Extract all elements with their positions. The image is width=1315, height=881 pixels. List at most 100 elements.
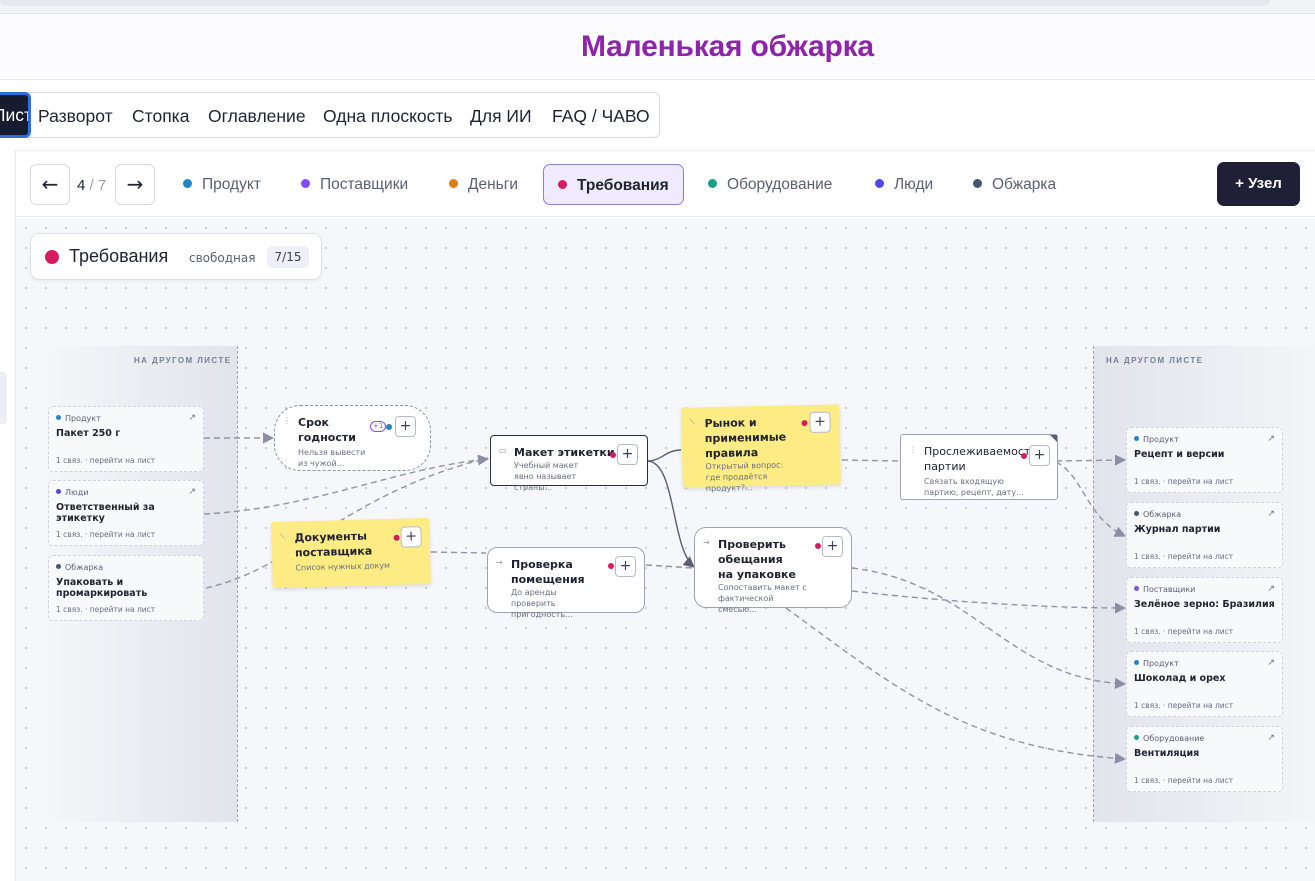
tab-contents[interactable]: Оглавление xyxy=(208,93,306,137)
external-footer[interactable]: 1 связ. · перейти на лист xyxy=(1134,701,1233,710)
add-link-button[interactable]: + xyxy=(615,556,636,577)
add-link-button[interactable]: + xyxy=(395,416,416,437)
open-link-icon[interactable]: ↗ xyxy=(1267,733,1275,743)
external-footer[interactable]: 1 связ. · перейти на лист xyxy=(56,605,155,614)
edges-layer xyxy=(203,432,1127,764)
external-footer[interactable]: 1 связ. · перейти на лист xyxy=(1134,776,1233,785)
open-link-icon[interactable]: ↗ xyxy=(1267,658,1275,668)
edge-trace-recipe xyxy=(1055,454,1127,466)
node-market-rules[interactable]: ⟍ Рынок и применимые правила Открытый во… xyxy=(681,404,841,493)
external-name: Ответственный за этикетку xyxy=(56,502,155,524)
layer-dot xyxy=(386,424,392,430)
layer-dot xyxy=(610,452,616,458)
tab-sheet[interactable]: Лист xyxy=(0,92,31,138)
layer-tab-product[interactable]: Продукт xyxy=(183,164,261,205)
layer-tab-equipment[interactable]: Оборудование xyxy=(708,164,832,205)
add-link-button[interactable]: + xyxy=(1029,445,1050,466)
node-premises-check[interactable]: → Проверка помещения До аренды проверить… xyxy=(487,547,645,619)
open-link-icon[interactable]: ↗ xyxy=(1267,509,1275,519)
external-name: Рецепт и версии xyxy=(1134,449,1225,460)
open-link-icon[interactable]: ↗ xyxy=(1267,584,1275,594)
external-category: Обжарка xyxy=(1143,510,1182,519)
rail-handle[interactable] xyxy=(0,372,7,424)
node-desc: Открытый вопрос: где продаётся продукт?.… xyxy=(705,460,784,494)
edge-promises-brazil xyxy=(851,590,1127,614)
open-link-icon[interactable]: ↗ xyxy=(188,413,196,423)
add-link-button[interactable]: + xyxy=(400,526,422,548)
node-title: Рынок и применимые правила xyxy=(704,416,787,461)
external-node[interactable]: Обжарка Журнал партии ↗ 1 связ. · перейт… xyxy=(1126,502,1283,568)
node-desc: До аренды проверить пригодность... xyxy=(511,588,573,619)
page-indicator: 4 / 7 xyxy=(77,177,106,194)
category-dot xyxy=(1134,660,1139,665)
address-bar-edge xyxy=(0,0,1270,6)
sheet-color-dot xyxy=(45,250,59,264)
node-desc: Нельзя вывести из чужой... xyxy=(298,448,366,468)
external-category: Продукт xyxy=(65,414,101,423)
layer-dot xyxy=(393,534,400,541)
node-desc: Сопоставить макет с фактической смесью..… xyxy=(718,583,807,614)
layer-label: Обжарка xyxy=(992,176,1057,193)
external-category: Продукт xyxy=(1143,435,1179,444)
layer-tab-requirements[interactable]: Требования xyxy=(543,164,684,205)
open-link-icon[interactable]: ↗ xyxy=(188,487,196,497)
page-title: Маленькая обжарка xyxy=(581,30,874,63)
tab-for-ai[interactable]: Для ИИ xyxy=(470,93,532,137)
external-node[interactable]: Продукт Пакет 250 г ↗ 1 связ. · перейти … xyxy=(48,406,204,472)
layer-toolbar: ← 4 / 7 → Продукт Поставщики Деньги Треб… xyxy=(16,150,1315,217)
external-node[interactable]: Поставщики Зелёное зерно: Бразилия ↗ 1 с… xyxy=(1126,577,1283,643)
node-batch-trace[interactable]: ⋮ Прослеживаемость партии Связать входящ… xyxy=(900,434,1058,500)
external-footer[interactable]: 1 связ. · перейти на лист xyxy=(1134,477,1233,486)
external-name: Шоколад и орех xyxy=(1134,673,1226,684)
layer-tab-people[interactable]: Люди xyxy=(875,164,933,205)
tab-spread[interactable]: Разворот xyxy=(38,93,113,137)
external-node[interactable]: Оборудование Вентиляция ↗ 1 связ. · пере… xyxy=(1126,726,1283,792)
edge-market-trace xyxy=(841,459,901,462)
tab-faq[interactable]: FAQ / ЧАВО xyxy=(552,93,650,137)
next-sheet-button[interactable]: → xyxy=(115,164,155,205)
layer-dot xyxy=(815,543,821,549)
node-package-promises[interactable]: → Проверить обещания на упаковке Сопоста… xyxy=(694,527,852,614)
prev-sheet-button[interactable]: ← xyxy=(30,164,70,205)
external-node[interactable]: Продукт Шоколад и орех ↗ 1 связ. · перей… xyxy=(1126,651,1283,717)
edge-promises-choco xyxy=(851,567,1127,690)
external-footer[interactable]: 1 связ. · перейти на лист xyxy=(1134,552,1233,561)
add-link-button[interactable]: + xyxy=(809,411,831,433)
layer-dot xyxy=(608,563,614,569)
node-supplier-docs[interactable]: ⟍ Документы поставщика Список нужных док… xyxy=(271,517,431,589)
node-shelf-life[interactable]: ⋮ Срок годности Нельзя вывести из чужой.… xyxy=(274,405,431,471)
external-footer[interactable]: 1 связ. · перейти на лист xyxy=(1134,627,1233,636)
view-mode-tabs: Лист Разворот Стопка Оглавление Одна пло… xyxy=(0,92,660,138)
external-footer[interactable]: 1 связ. · перейти на лист xyxy=(56,456,155,465)
node-title: Документы поставщика xyxy=(294,529,373,560)
add-node-button[interactable]: + Узел xyxy=(1217,162,1300,206)
external-node[interactable]: Люди Ответственный за этикетку ↗ 1 связ.… xyxy=(48,480,204,546)
add-link-button[interactable]: + xyxy=(822,536,843,557)
external-category: Поставщики xyxy=(1143,585,1196,594)
layer-tab-suppliers[interactable]: Поставщики xyxy=(301,164,408,205)
layer-dot xyxy=(183,179,192,188)
page-total: 7 xyxy=(97,177,107,194)
layer-tab-roasting[interactable]: Обжарка xyxy=(973,164,1056,205)
open-link-icon[interactable]: ↗ xyxy=(1267,434,1275,444)
edge-promises-vent xyxy=(785,607,1127,764)
node-title: Проверка помещения xyxy=(511,558,585,586)
external-node[interactable]: Обжарка Упаковать и промаркировать 1 свя… xyxy=(48,555,204,621)
category-dot xyxy=(1134,436,1139,441)
left-rail xyxy=(0,150,16,881)
tab-one-plane[interactable]: Одна плоскость xyxy=(323,93,453,137)
external-name: Зелёное зерно: Бразилия xyxy=(1134,599,1275,610)
link-badge: +1 xyxy=(370,421,387,432)
external-name: Пакет 250 г xyxy=(56,428,121,439)
app-header: Маленькая обжарка xyxy=(0,14,1315,80)
graph-canvas[interactable]: НА ДРУГОМ ЛИСТЕ НА ДРУГОМ ЛИСТЕ Требован… xyxy=(16,218,1315,881)
add-link-button[interactable]: + xyxy=(617,444,638,465)
sheet-count-badge: 7/15 xyxy=(267,246,309,268)
external-name: Вентиляция xyxy=(1134,748,1200,759)
layer-tab-money[interactable]: Деньги xyxy=(449,164,518,205)
external-footer[interactable]: 1 связ. · перейти на лист xyxy=(56,530,155,539)
node-label-mockup[interactable]: ▭ Макет этикетки Учебный макет явно назы… xyxy=(490,435,648,492)
tab-stack[interactable]: Стопка xyxy=(132,93,189,137)
sheet-name: Требования xyxy=(69,246,169,266)
external-node[interactable]: Продукт Рецепт и версии ↗ 1 связ. · пере… xyxy=(1126,427,1283,493)
